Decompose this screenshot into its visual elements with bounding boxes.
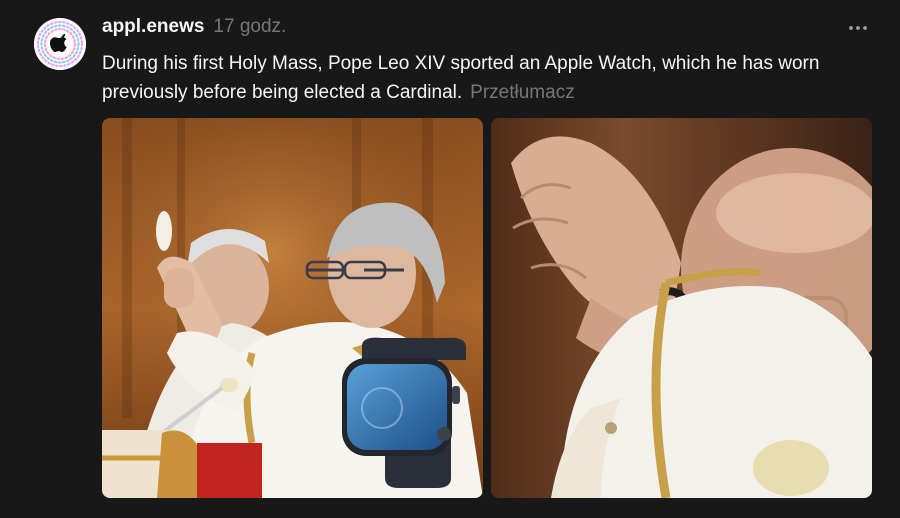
post-photo-2[interactable] [491, 118, 872, 498]
username-link[interactable]: appl.enews [102, 16, 204, 38]
photo-mass-elevation [102, 118, 483, 498]
post-timestamp: 17 godz. [213, 16, 287, 37]
post-card: appl.enews 17 godz. During his first Hol… [0, 0, 900, 518]
post-photo-1[interactable] [102, 118, 483, 498]
profile-avatar[interactable] [34, 18, 86, 70]
caption-text: During his first Holy Mass, Pope Leo XIV… [102, 53, 820, 103]
apple-logo-icon [34, 18, 86, 70]
more-options-button[interactable] [846, 18, 870, 38]
post-caption: During his first Holy Mass, Pope Leo XIV… [102, 49, 872, 107]
more-options-icon [849, 26, 867, 30]
post-header: appl.enews 17 godz. [102, 16, 286, 42]
translate-link[interactable]: Przetłumacz [470, 82, 575, 103]
photo-wrist-closeup [491, 118, 872, 498]
